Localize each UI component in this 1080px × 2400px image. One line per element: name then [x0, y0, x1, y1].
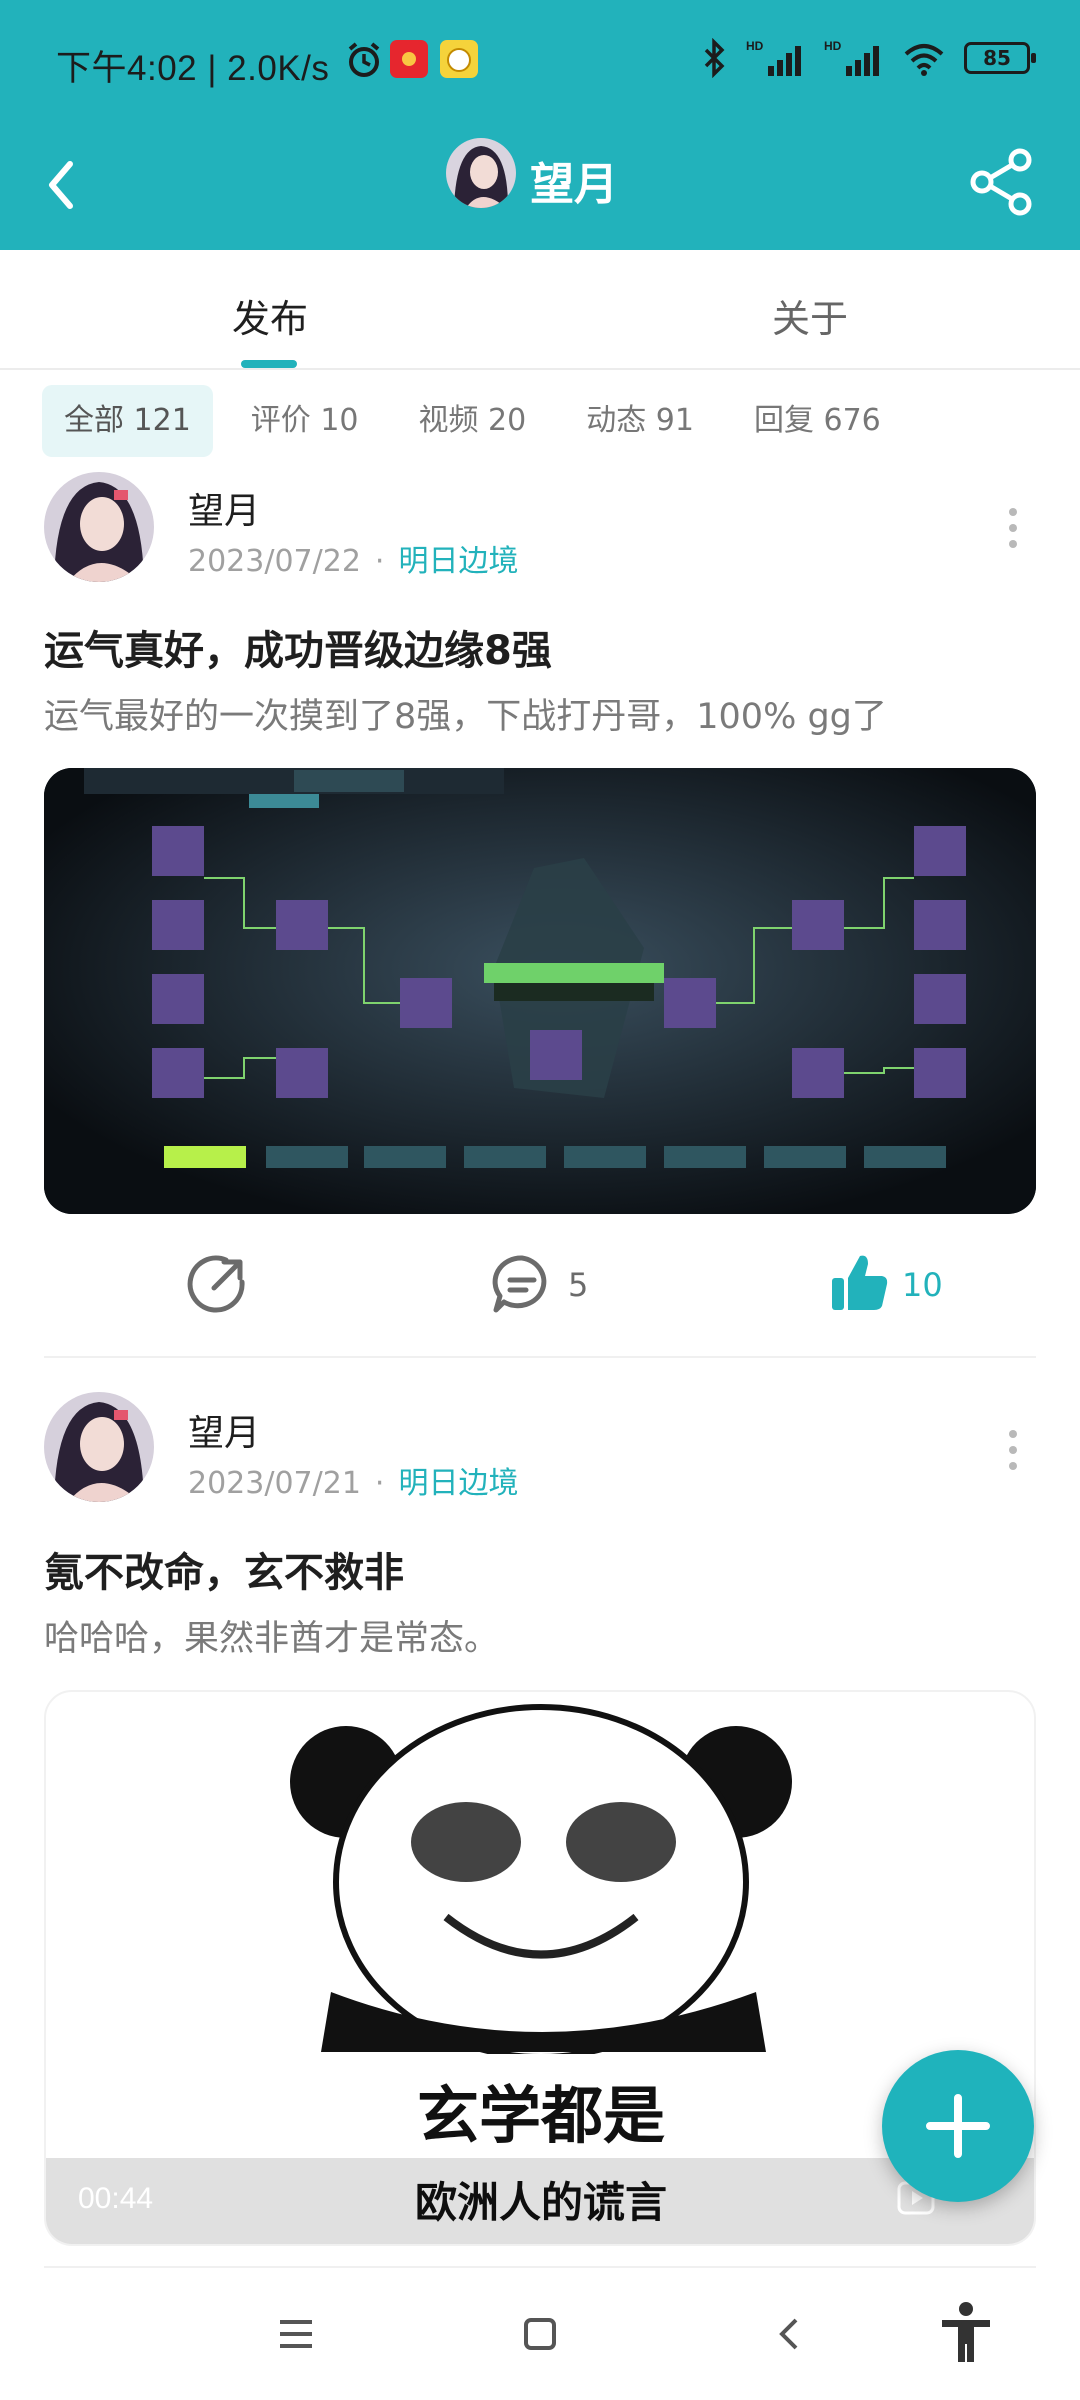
more-options-button[interactable]	[1006, 1424, 1020, 1476]
post-description[interactable]: 哈哈哈，果然非酋才是常态。	[44, 1610, 499, 1661]
svg-text:HD: HD	[746, 39, 764, 53]
signal-icon-2: HD	[824, 39, 879, 76]
post-divider	[44, 1356, 1036, 1358]
more-options-button[interactable]	[1006, 502, 1020, 554]
post-date: 2023/07/22	[188, 544, 361, 579]
post-title[interactable]: 运气真好，成功晋级边缘8强	[44, 618, 552, 676]
plus-icon	[926, 2094, 990, 2158]
tab-publish[interactable]: 发布	[232, 288, 308, 343]
post-meta: 2023/07/22 · 明日边境	[188, 536, 518, 580]
active-tab-indicator	[241, 360, 297, 368]
author-avatar[interactable]	[44, 1392, 154, 1502]
author-name[interactable]: 望月	[188, 482, 260, 534]
back-button[interactable]	[40, 150, 100, 220]
filter-reviews[interactable]: 评价 10	[229, 385, 381, 457]
profile-tabs: 发布 关于	[0, 250, 1080, 370]
post-meta: 2023/07/21 · 明日边境	[188, 1458, 518, 1502]
status-icons: HD HD 85	[702, 38, 1036, 78]
accessibility-icon[interactable]	[938, 2300, 994, 2368]
author-avatar[interactable]	[44, 472, 154, 582]
post-description[interactable]: 运气最好的一次摸到了8强，下战打丹哥，100% gg了	[44, 688, 887, 739]
page-title: 望月	[530, 159, 618, 210]
home-icon[interactable]	[520, 2314, 560, 2358]
share-button[interactable]	[964, 144, 1040, 220]
author-name[interactable]: 望月	[188, 1404, 260, 1456]
filter-moments[interactable]: 动态 91	[564, 385, 716, 457]
filter-videos[interactable]: 视频 20	[397, 385, 549, 457]
video-duration: 00:44	[78, 2182, 154, 2215]
repost-button[interactable]	[186, 1252, 250, 1316]
alarm-icon	[344, 40, 384, 84]
comment-button[interactable]	[490, 1252, 554, 1316]
back-arrow-icon	[49, 161, 73, 209]
more-vertical-icon	[1009, 1430, 1017, 1470]
like-count: 10	[902, 1266, 943, 1304]
repost-icon	[187, 1255, 245, 1313]
app-header: 下午4:02 | 2.0K/s HD HD 85 望月	[0, 0, 1080, 250]
more-vertical-icon	[1009, 508, 1017, 548]
app-notification-icon	[390, 40, 428, 78]
filter-chips: 全部 121 评价 10 视频 20 动态 91 回复 676	[42, 385, 919, 457]
status-time: 下午4:02 | 2.0K/s	[56, 49, 330, 88]
meta-separator: ·	[374, 544, 385, 579]
header-avatar[interactable]	[446, 138, 516, 208]
filter-all[interactable]: 全部 121	[42, 385, 213, 457]
filter-replies[interactable]: 回复 676	[732, 385, 903, 457]
like-button[interactable]	[830, 1250, 890, 1314]
post-category[interactable]: 明日边境	[398, 544, 518, 579]
back-nav-icon[interactable]	[770, 2314, 810, 2358]
meme-caption-1: 玄学都是	[417, 2079, 665, 2152]
wifi-icon	[904, 44, 944, 76]
svg-text:HD: HD	[824, 39, 842, 53]
post-divider	[44, 2266, 1036, 2268]
status-bar: 下午4:02 | 2.0K/s HD HD 85	[0, 0, 1080, 128]
thumbs-up-icon	[832, 1255, 888, 1310]
menu-icon[interactable]	[276, 2314, 316, 2358]
post-image[interactable]	[44, 768, 1036, 1214]
system-navigation-bar	[0, 2270, 1080, 2400]
app-notification-icon-2	[440, 40, 478, 78]
post-category[interactable]: 明日边境	[398, 1466, 518, 1501]
meta-separator: ·	[374, 1466, 385, 1501]
create-post-button[interactable]	[882, 2050, 1034, 2202]
bluetooth-icon	[704, 38, 725, 78]
post-title[interactable]: 氪不改命，玄不救非	[44, 1540, 404, 1598]
navigation-bar: 望月	[0, 128, 1080, 250]
post-date: 2023/07/21	[188, 1466, 361, 1501]
post-actions: 5 10	[0, 1236, 1080, 1336]
tab-about[interactable]: 关于	[772, 288, 848, 343]
battery-indicator: 85	[964, 42, 1036, 74]
signal-icon: HD	[746, 39, 801, 76]
share-icon	[970, 148, 1032, 216]
comment-count: 5	[568, 1266, 589, 1304]
comment-icon	[492, 1255, 547, 1313]
